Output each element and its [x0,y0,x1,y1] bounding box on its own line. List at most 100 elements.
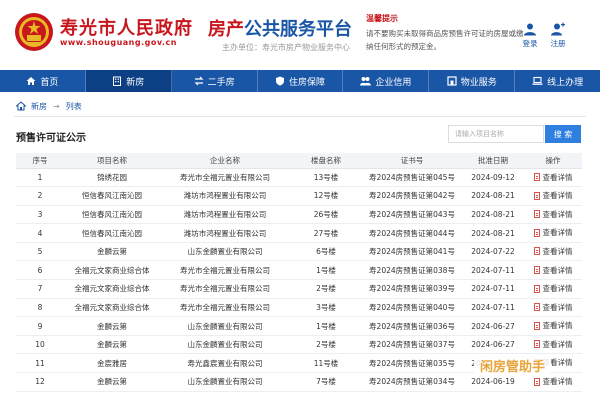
breadcrumb-item-new-house[interactable]: 新房 [31,101,47,112]
column-header: 序号 [16,153,64,169]
people-icon [360,77,372,86]
column-header: 项目名称 [64,153,160,169]
table-cell: 11号楼 [290,353,362,374]
nav-item-label: 二手房 [207,77,235,88]
view-details-label: 查看详情 [542,246,573,256]
table-cell: 潍坊市鸿程置业有限公司 [160,205,290,225]
table-row: 6 全福元文家商业综合体 寿光市全福元置业有限公司 1号楼 寿2024房预售证第038号… [16,260,582,281]
nav-item-second-hand[interactable]: 二手房 [172,70,258,92]
view-details-button[interactable]: 查看详情 [533,320,573,331]
column-header: 操作 [524,153,582,169]
table-cell: 恒信春风江南沁园 [64,223,160,243]
watermark: 闲房管助手 [474,354,552,376]
swap-icon [194,76,204,86]
view-details-button[interactable]: 查看详情 [533,376,573,387]
table-cell: 金麟云第 [64,335,160,355]
table-cell: 2024-08-21 [462,223,524,243]
view-details-label: 查看详情 [542,191,573,201]
table-cell: 寿2024房预售证第041号 [362,242,462,262]
login-button[interactable]: 登录 [516,22,544,49]
platform-title: 房产公共服务平台 [208,15,352,41]
table-row: 8 全福元文家商业综合体 寿光市全福元置业有限公司 3号楼 寿2024房预售证第040号… [16,298,582,318]
nav-item-enterprise-credit[interactable]: 企业信用 [343,70,430,92]
table-cell: 全福元文家商业综合体 [64,279,160,299]
view-details-button[interactable]: 查看详情 [533,283,573,294]
table-header-row: 序号 项目名称 企业名称 楼盘名称 证书号 批准日期 操作 [16,153,582,169]
nav-item-label: 企业信用 [375,77,412,88]
view-details-button[interactable]: 查看详情 [533,227,573,238]
table-cell-action: 查看详情 [524,335,582,355]
table-row: 4 恒信春风江南沁园 潍坊市鸿程置业有限公司 27号楼 寿2024房预售证第044号 20… [16,223,582,243]
view-details-button[interactable]: 查看详情 [533,339,573,350]
search-input[interactable] [448,125,544,143]
table-cell: 寿光鑫宸置业有限公司 [160,353,290,374]
table-cell: 2024-07-11 [462,279,524,299]
table-cell: 寿2024房预售证第043号 [362,205,462,225]
table-row: 7 全福元文家商业综合体 寿光市全福元置业有限公司 2号楼 寿2024房预售证第039号… [16,279,582,299]
table-cell: 6号楼 [290,242,362,262]
nav-item-new-house[interactable]: 新房 [85,70,172,92]
register-button[interactable]: 注册 [544,22,572,49]
table-cell: 寿2024房预售证第038号 [362,260,462,281]
view-details-label: 查看详情 [542,302,573,312]
table-cell: 山东金麟置业有限公司 [160,372,290,392]
nav-item-label: 住房保障 [289,77,326,88]
table-cell-action: 查看详情 [524,223,582,243]
site-title[interactable]: 寿光市人民政府 [60,14,193,40]
view-details-button[interactable]: 查看详情 [533,265,573,276]
table-cell: 7号楼 [290,372,362,392]
table-cell: 寿光市全福元置业有限公司 [160,279,290,299]
breadcrumb: 新房 → 列表 [16,100,82,112]
shield-icon [276,76,284,86]
view-details-button[interactable]: 查看详情 [533,190,573,201]
home-icon [26,77,36,85]
table-cell-action: 查看详情 [524,316,582,336]
view-details-button[interactable]: 查看详情 [533,209,573,220]
table-cell: 2024-09-12 [462,168,524,188]
table-cell: 26号楼 [290,205,362,225]
table-cell: 寿2024房预售证第042号 [362,186,462,206]
search-button[interactable]: 搜 索 [545,125,581,143]
view-details-label: 查看详情 [542,284,573,294]
table-cell: 10 [16,335,64,355]
table-cell: 寿2024房预售证第035号 [362,353,462,374]
document-icon [533,191,540,200]
platform-title-part1: 房产 [208,19,244,40]
building-icon [113,76,122,86]
view-details-label: 查看详情 [542,377,573,387]
table-cell: 寿2024房预售证第044号 [362,223,462,243]
table-cell: 2024-07-22 [462,242,524,262]
table-row: 10 金麟云第 山东金麟置业有限公司 2号楼 寿2024房预售证第037号 2024-06… [16,335,582,355]
table-cell: 锦绣花园 [64,168,160,188]
document-icon [533,173,540,182]
table-row: 1 锦绣花园 寿光市全福元置业有限公司 13号楼 寿2024房预售证第045号 2024-… [16,168,582,188]
table-cell: 全福元文家商业综合体 [64,298,160,318]
table-cell-action: 查看详情 [524,168,582,188]
view-details-button[interactable]: 查看详情 [533,172,573,183]
breadcrumb-item-list: 列表 [65,101,82,111]
home-icon [16,101,26,111]
nav-item-housing-security[interactable]: 住房保障 [258,70,344,92]
breadcrumb-divider [14,116,586,117]
nav-item-home[interactable]: 首页 [0,70,86,92]
table-row: 2 恒信春风江南沁园 潍坊市鸿程置业有限公司 12号楼 寿2024房预售证第042号 20… [16,186,582,206]
nav-item-online-service[interactable]: 线上办理 [515,70,600,92]
table-cell: 1 [16,168,64,188]
table-cell-action: 查看详情 [524,242,582,262]
nav-item-label: 物业服务 [460,77,497,88]
user-icon [524,23,536,36]
table-cell: 3号楼 [290,298,362,318]
table-row: 5 金麟云第 山东金麟置业有限公司 6号楼 寿2024房预售证第041号 2024-07-… [16,242,582,262]
table-cell: 2号楼 [290,279,362,299]
view-details-button[interactable]: 查看详情 [533,302,573,313]
table-cell: 金麟云第 [64,242,160,262]
table-cell: 27号楼 [290,223,362,243]
nav-item-property-service[interactable]: 物业服务 [429,70,516,92]
table-cell: 1号楼 [290,316,362,336]
table-cell: 7 [16,279,64,299]
view-details-button[interactable]: 查看详情 [533,246,573,257]
table-cell: 1号楼 [290,260,362,281]
column-header: 楼盘名称 [290,153,362,169]
main-nav: 首页 新房 二手房 住房保障 企业信用 物业服务 线上办理 [0,70,600,92]
table-cell: 6 [16,260,64,281]
